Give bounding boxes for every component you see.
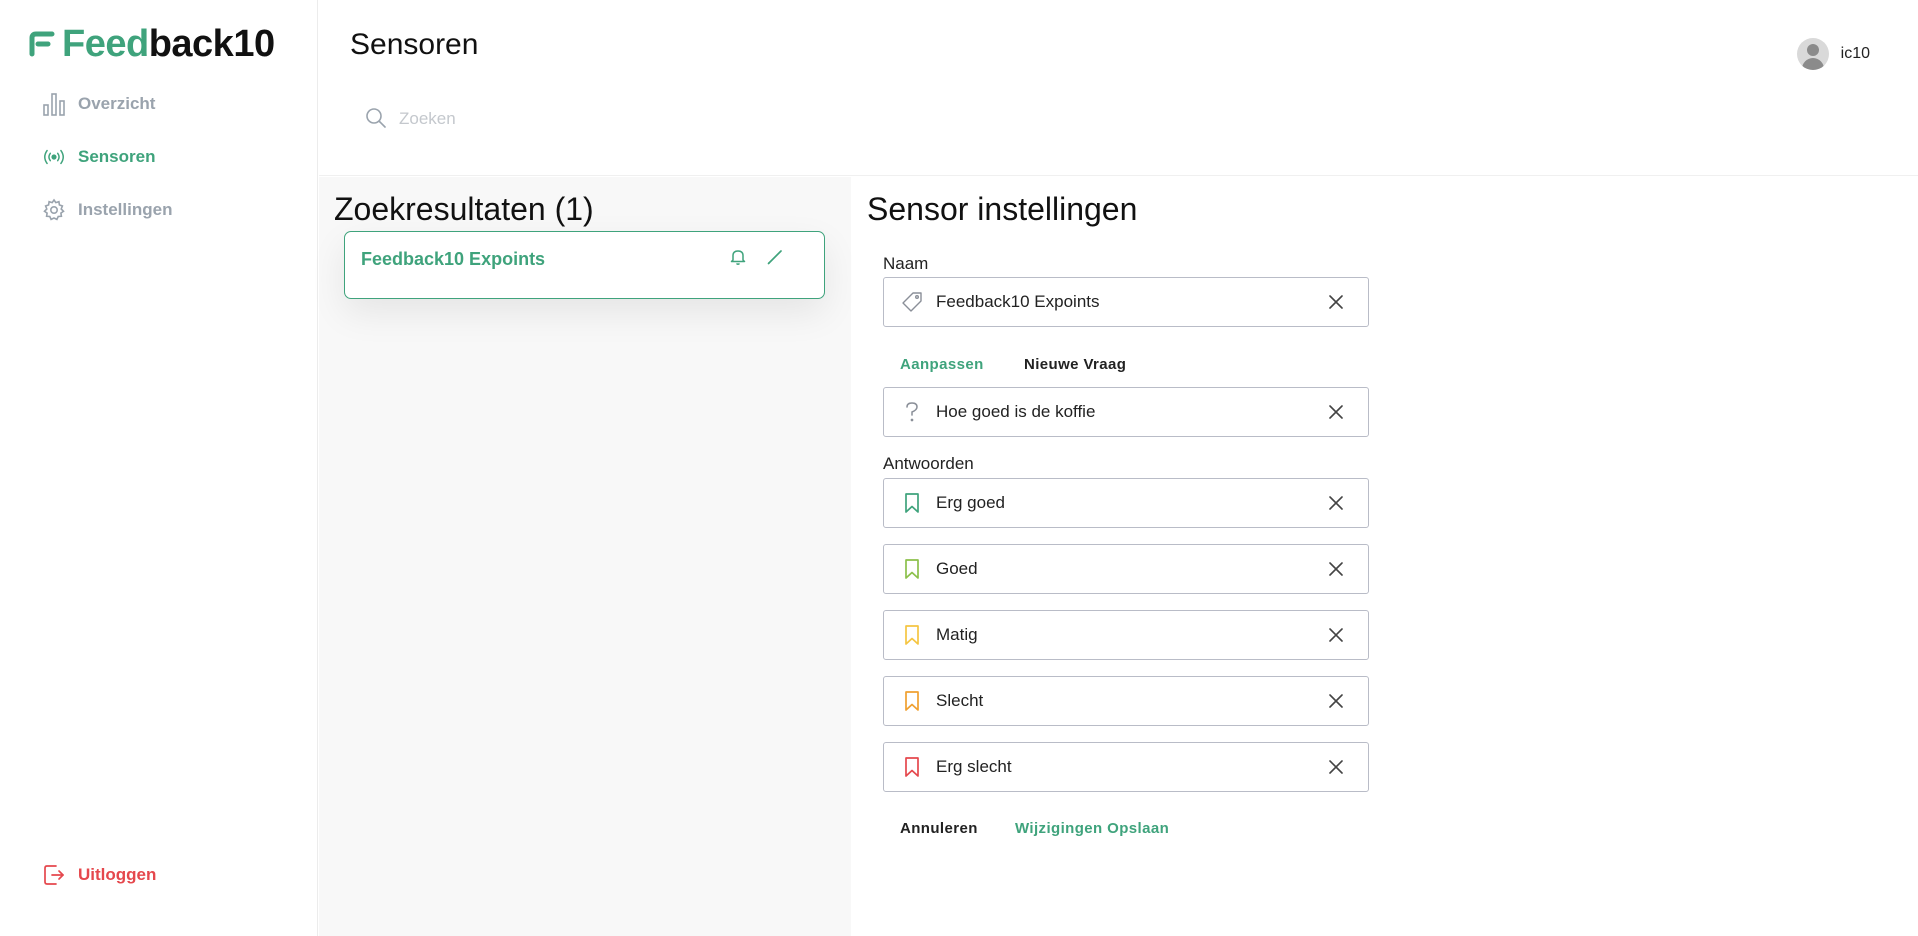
results-panel: Zoekresultaten (1) Feedback10 Expoints: [319, 177, 851, 936]
save-button[interactable]: Wijzigingen Opslaan: [1015, 820, 1169, 837]
answer-label: Erg goed: [936, 493, 1005, 512]
top-header: Sensoren ic10: [319, 0, 1918, 176]
sidebar-item-label: Overzicht: [78, 94, 156, 113]
search-icon: [365, 107, 389, 131]
logout-button[interactable]: Uitloggen: [42, 860, 156, 890]
name-label: Naam: [883, 254, 929, 273]
page-title: Sensoren: [350, 28, 479, 61]
sidebar: Feedback10 Overzicht Sensoren Instelling…: [0, 0, 318, 936]
answers-label: Antwoorden: [883, 454, 974, 473]
sensor-settings-panel: Sensor instellingen Naam Feedback10 Expo…: [852, 177, 1918, 936]
broadcast-icon: [42, 145, 66, 169]
name-field[interactable]: Feedback10 Expoints: [883, 277, 1369, 327]
question-field[interactable]: Hoe goed is de koffie: [883, 387, 1369, 437]
tab-aanpassen[interactable]: Aanpassen: [900, 356, 984, 373]
clear-icon[interactable]: [1324, 290, 1348, 314]
result-item-name: Feedback10 Expoints: [361, 249, 546, 269]
bookmark-icon: [900, 689, 924, 713]
bell-icon[interactable]: [727, 246, 749, 268]
name-value: Feedback10 Expoints: [936, 292, 1100, 311]
user-name: ic10: [1840, 45, 1870, 62]
sidebar-item-instellingen[interactable]: Instellingen: [42, 195, 172, 225]
bookmark-icon: [900, 755, 924, 779]
clear-icon[interactable]: [1324, 491, 1348, 515]
answer-field[interactable]: Goed: [883, 544, 1369, 594]
results-title: Zoekresultaten (1): [334, 191, 594, 227]
bookmark-icon: [900, 491, 924, 515]
feedback10-logo-icon: [29, 31, 55, 57]
sidebar-item-label: Sensoren: [78, 147, 156, 166]
bar-chart-icon: [42, 92, 66, 116]
brand-name: Feedback10: [62, 24, 275, 64]
logout-icon: [42, 863, 66, 887]
user-menu[interactable]: ic10: [1796, 38, 1870, 70]
answer-label: Matig: [936, 625, 978, 644]
clear-icon[interactable]: [1324, 689, 1348, 713]
brand-logo[interactable]: Feedback10: [28, 24, 275, 64]
answer-label: Goed: [936, 559, 978, 578]
bookmark-icon: [900, 623, 924, 647]
brand-name-part2: back10: [148, 23, 275, 65]
search-bar[interactable]: [365, 104, 765, 134]
answer-field[interactable]: Erg goed: [883, 478, 1369, 528]
gear-icon: [42, 198, 66, 222]
answer-field[interactable]: Slecht: [883, 676, 1369, 726]
clear-icon[interactable]: [1324, 623, 1348, 647]
clear-icon[interactable]: [1324, 755, 1348, 779]
sidebar-item-sensoren[interactable]: Sensoren: [42, 142, 155, 172]
sidebar-item-label: Instellingen: [78, 200, 173, 219]
brand-name-part1: Feed: [62, 23, 149, 65]
pencil-icon[interactable]: [764, 246, 786, 268]
answer-field[interactable]: Erg slecht: [883, 742, 1369, 792]
tab-nieuwe-vraag[interactable]: Nieuwe Vraag: [1024, 356, 1126, 373]
question-mark-icon: [900, 400, 924, 424]
settings-title: Sensor instellingen: [867, 191, 1138, 227]
answer-label: Slecht: [936, 691, 984, 710]
result-item[interactable]: Feedback10 Expoints: [344, 231, 825, 299]
sidebar-item-overzicht[interactable]: Overzicht: [42, 89, 155, 119]
answer-field[interactable]: Matig: [883, 610, 1369, 660]
tag-icon: [900, 290, 924, 314]
answer-label: Erg slecht: [936, 757, 1012, 776]
question-value: Hoe goed is de koffie: [936, 402, 1096, 421]
avatar-icon: [1796, 38, 1829, 70]
clear-icon[interactable]: [1324, 400, 1348, 424]
logout-label: Uitloggen: [78, 865, 157, 884]
search-input[interactable]: [399, 109, 739, 129]
cancel-button[interactable]: Annuleren: [900, 820, 978, 837]
bookmark-icon: [900, 557, 924, 581]
clear-icon[interactable]: [1324, 557, 1348, 581]
